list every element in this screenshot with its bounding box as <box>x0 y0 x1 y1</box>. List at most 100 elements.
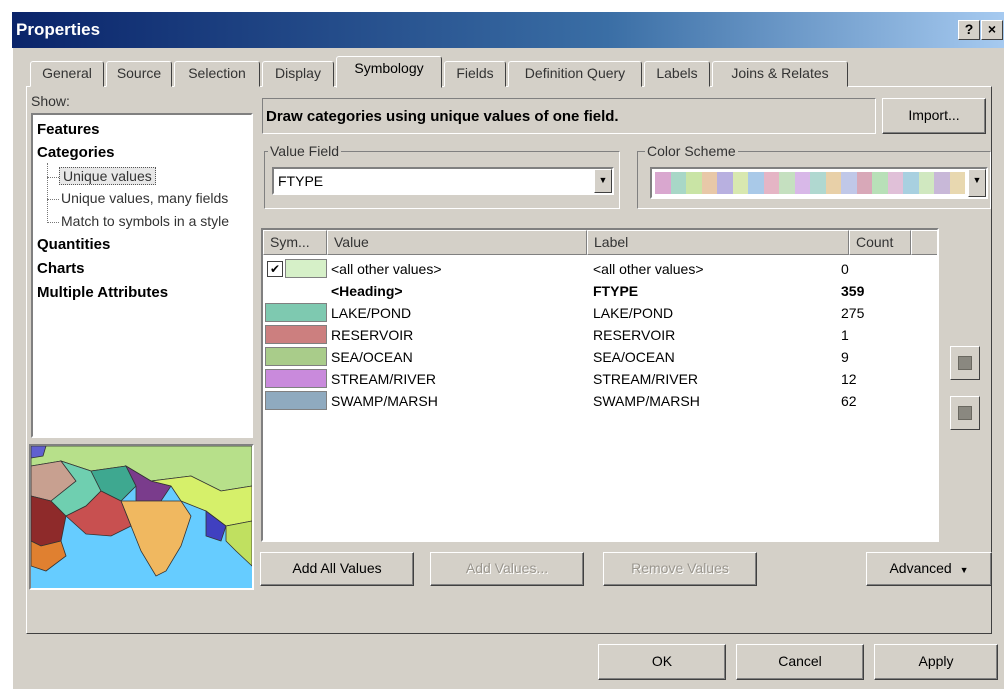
import-button[interactable]: Import... <box>882 98 986 134</box>
row-label: LAKE/POND <box>593 305 674 321</box>
color-ramp-swatch <box>686 172 702 194</box>
checkbox[interactable]: ✔ <box>267 261 283 277</box>
row-value: SEA/OCEAN <box>331 349 413 365</box>
table-row-heading[interactable]: <Heading> FTYPE 359 <box>263 280 937 302</box>
move-down-icon <box>958 406 972 420</box>
table-row[interactable]: SEA/OCEAN SEA/OCEAN 9 <box>263 346 937 368</box>
color-ramp-swatch <box>763 172 779 194</box>
table-row[interactable]: LAKE/POND LAKE/POND 275 <box>263 302 937 324</box>
symbology-preview-map <box>29 444 254 590</box>
color-ramp-swatch <box>732 172 748 194</box>
chevron-down-icon[interactable]: ▼ <box>594 169 612 193</box>
tab-general[interactable]: General <box>30 61 104 87</box>
symbol-swatch[interactable] <box>265 303 327 322</box>
move-up-icon <box>958 356 972 370</box>
row-value: STREAM/RIVER <box>331 371 437 387</box>
symbol-swatch[interactable] <box>265 369 327 388</box>
tree-branch <box>47 222 59 223</box>
table-row[interactable]: RESERVOIR RESERVOIR 1 <box>263 324 937 346</box>
tab-labels[interactable]: Labels <box>644 61 710 87</box>
symbol-swatch[interactable] <box>265 347 327 366</box>
show-list[interactable]: Features Categories Unique values Unique… <box>31 113 253 438</box>
symbol-swatch[interactable] <box>265 325 327 344</box>
row-count: 275 <box>841 305 865 321</box>
add-all-values-button[interactable]: Add All Values <box>260 552 414 586</box>
help-button[interactable]: ? <box>958 20 980 40</box>
values-table[interactable]: Sym... Value Label Count ✔ <all other va… <box>261 228 939 542</box>
color-ramp-swatch <box>779 172 795 194</box>
move-down-button[interactable] <box>950 396 980 430</box>
row-value: RESERVOIR <box>331 327 414 343</box>
value-field-dropdown[interactable]: FTYPE ▼ <box>272 167 614 195</box>
show-features[interactable]: Features <box>37 121 100 138</box>
row-value: <Heading> <box>331 283 403 299</box>
row-label: <all other values> <box>593 261 704 277</box>
table-row[interactable]: SWAMP/MARSH SWAMP/MARSH 62 <box>263 390 937 412</box>
row-count: 359 <box>841 283 865 299</box>
color-scheme-dropdown[interactable]: ▼ <box>650 167 988 199</box>
tab-definition-query[interactable]: Definition Query <box>508 61 642 87</box>
row-count: 0 <box>841 261 849 277</box>
value-field-label: Value Field <box>268 143 342 159</box>
advanced-button[interactable]: Advanced ▼ <box>866 552 992 586</box>
color-ramp-swatch <box>810 172 826 194</box>
tree-line <box>47 163 48 223</box>
tree-branch <box>47 177 59 178</box>
row-label: STREAM/RIVER <box>593 371 699 387</box>
color-ramp-swatch <box>670 172 686 194</box>
column-header-value[interactable]: Value <box>327 230 587 255</box>
row-value: <all other values> <box>331 261 442 277</box>
advanced-label: Advanced <box>889 560 952 576</box>
chevron-down-icon[interactable]: ▼ <box>968 169 986 197</box>
color-ramp-swatch <box>825 172 841 194</box>
row-value: SWAMP/MARSH <box>331 393 438 409</box>
color-ramp-swatch <box>701 172 717 194</box>
row-count: 9 <box>841 349 849 365</box>
color-ramp-swatch <box>918 172 934 194</box>
row-count: 12 <box>841 371 857 387</box>
color-ramp-swatch <box>887 172 903 194</box>
symbol-swatch[interactable] <box>265 391 327 410</box>
show-multiple-attributes[interactable]: Multiple Attributes <box>37 284 168 301</box>
color-ramp <box>655 172 965 194</box>
show-unique-values[interactable]: Unique values <box>59 167 156 185</box>
tab-fields[interactable]: Fields <box>444 61 506 87</box>
add-values-button[interactable]: Add Values... <box>430 552 584 586</box>
show-match-to-symbols[interactable]: Match to symbols in a style <box>61 213 229 229</box>
tab-symbology[interactable]: Symbology <box>336 56 442 88</box>
column-header-count[interactable]: Count <box>849 230 911 255</box>
color-scheme-label: Color Scheme <box>645 143 738 159</box>
tab-joins-relates[interactable]: Joins & Relates <box>712 61 848 87</box>
show-quantities[interactable]: Quantities <box>37 236 110 253</box>
color-ramp-swatch <box>856 172 872 194</box>
tab-selection[interactable]: Selection <box>174 61 260 87</box>
close-button[interactable]: × <box>981 20 1003 40</box>
move-up-button[interactable] <box>950 346 980 380</box>
cancel-button[interactable]: Cancel <box>736 644 864 680</box>
row-value: LAKE/POND <box>331 305 412 321</box>
show-categories[interactable]: Categories <box>37 144 115 161</box>
tab-source[interactable]: Source <box>106 61 172 87</box>
chevron-down-icon: ▼ <box>959 565 969 575</box>
title-bar[interactable]: Properties ? × <box>12 12 1004 48</box>
color-ramp-swatch <box>748 172 764 194</box>
remove-values-button[interactable]: Remove Values <box>603 552 757 586</box>
tab-display[interactable]: Display <box>262 61 334 87</box>
column-header-label[interactable]: Label <box>587 230 849 255</box>
window-title: Properties <box>16 20 101 39</box>
color-ramp-swatch <box>903 172 919 194</box>
color-ramp-swatch <box>655 172 671 194</box>
column-header-symbol[interactable]: Sym... <box>263 230 327 255</box>
color-ramp-swatch <box>717 172 733 194</box>
ok-button[interactable]: OK <box>598 644 726 680</box>
row-count: 62 <box>841 393 857 409</box>
color-ramp-swatch <box>949 172 965 194</box>
symbol-swatch[interactable] <box>285 259 327 278</box>
row-count: 1 <box>841 327 849 343</box>
show-charts[interactable]: Charts <box>37 260 85 277</box>
show-unique-values-many-fields[interactable]: Unique values, many fields <box>61 190 228 206</box>
row-label: SEA/OCEAN <box>593 349 675 365</box>
apply-button[interactable]: Apply <box>874 644 998 680</box>
table-row[interactable]: STREAM/RIVER STREAM/RIVER 12 <box>263 368 937 390</box>
table-row[interactable]: ✔ <all other values> <all other values> … <box>263 258 937 280</box>
